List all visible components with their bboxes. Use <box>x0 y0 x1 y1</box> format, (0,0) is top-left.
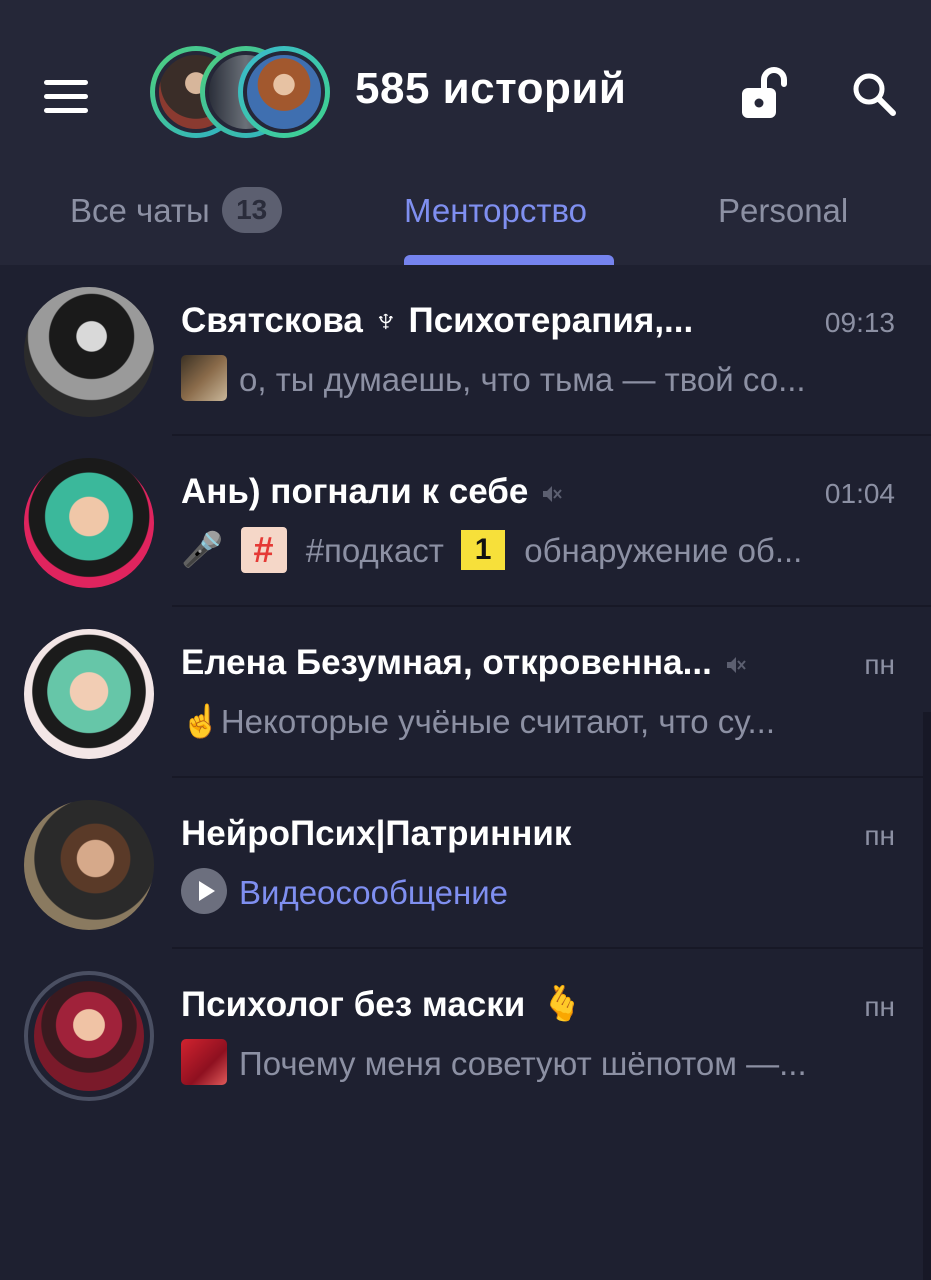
chat-title: НейроПсих|Патринник <box>181 814 572 853</box>
chat-time: пн <box>864 991 895 1022</box>
avatar <box>24 971 154 1101</box>
number-one-icon: 1 <box>461 530 506 571</box>
muted-icon <box>540 474 563 514</box>
chat-title: Елена Безумная, откровенна... <box>181 643 746 685</box>
microphone-icon: 🎤 <box>181 531 224 570</box>
chat-title-text: Психолог без маски <box>181 985 526 1024</box>
avatar <box>24 629 154 759</box>
hashtag-icon: # <box>240 527 287 574</box>
stories-title[interactable]: 585 историй <box>355 64 626 114</box>
scrollbar[interactable] <box>923 712 931 1280</box>
message-preview: Видеосообщение <box>181 868 509 915</box>
media-thumbnail <box>181 355 227 402</box>
chat-title: Ань) погнали к себе <box>181 472 563 514</box>
avatar <box>24 458 154 588</box>
stories-avatars[interactable] <box>150 46 330 138</box>
menu-icon-bar <box>44 108 88 113</box>
menu-button[interactable] <box>40 74 92 114</box>
unlock-icon[interactable] <box>740 66 792 120</box>
message-preview: о, ты думаешь, что тьма — твой со... <box>181 355 806 402</box>
chat-list: Святскова ♆ Психотерапия,... 09:13 о, ты… <box>0 265 931 1120</box>
chat-row[interactable]: Елена Безумная, откровенна... пн ☝️Некот… <box>0 607 931 778</box>
chat-title-text: Елена Безумная, откровенна... <box>181 643 712 682</box>
unread-badge: 13 <box>221 187 282 234</box>
snapping-fingers-icon: 🫰 <box>541 984 584 1023</box>
preview-text: Видеосообщение <box>239 874 509 911</box>
message-preview: 🎤 # #подкаст 1 обнаружение об... <box>181 527 803 574</box>
chat-time: 09:13 <box>824 307 895 338</box>
chat-row[interactable]: Психолог без маски 🫰 пн Почему меня сове… <box>0 949 931 1120</box>
avatar-image <box>34 981 144 1091</box>
chat-time: пн <box>864 649 895 680</box>
pointing-up-icon: ☝️ <box>181 703 221 740</box>
menu-icon-bar <box>44 94 88 99</box>
video-message-icon <box>181 868 227 915</box>
muted-icon <box>724 645 746 685</box>
chat-time: пн <box>864 820 895 851</box>
preview-text-tail: обнаружение об... <box>524 532 803 569</box>
avatar <box>24 800 154 930</box>
message-preview: ☝️Некоторые учёные считают, что су... <box>181 703 775 741</box>
menu-icon-bar <box>44 80 88 85</box>
active-tab-indicator <box>404 255 614 265</box>
chat-row[interactable]: Ань) погнали к себе 01:04 🎤 # #подкаст 1… <box>0 436 931 607</box>
chat-row[interactable]: НейроПсих|Патринник пн Видеосообщение <box>0 778 931 949</box>
preview-text: #подкаст <box>305 532 444 569</box>
preview-text: о, ты думаешь, что тьма — твой со... <box>239 361 806 398</box>
tab-all-chats[interactable]: Все чаты 13 <box>70 187 282 234</box>
folder-tabs: Все чаты 13 Менторство Personal <box>0 178 931 265</box>
tab-all-chats-label: Все чаты <box>70 192 210 229</box>
chat-row[interactable]: Святскова ♆ Психотерапия,... 09:13 о, ты… <box>0 265 931 436</box>
preview-text: Некоторые учёные считают, что су... <box>220 703 775 740</box>
tab-personal[interactable]: Personal <box>718 192 848 230</box>
media-thumbnail <box>181 1039 227 1086</box>
chat-title: Святскова ♆ Психотерапия,... <box>181 301 694 340</box>
search-icon[interactable] <box>850 70 898 118</box>
chat-title-text: Ань) погнали к себе <box>181 472 529 511</box>
top-app-bar: 585 историй Все чаты 13 Менторство Person… <box>0 0 931 265</box>
preview-text: Почему меня советуют шёпотом —... <box>239 1045 807 1082</box>
chat-time: 01:04 <box>824 478 895 509</box>
chat-title: Психолог без маски 🫰 <box>181 985 583 1025</box>
story-avatar <box>238 46 330 138</box>
message-preview: Почему меня советуют шёпотом —... <box>181 1039 807 1086</box>
avatar <box>24 287 154 417</box>
tab-mentorship[interactable]: Менторство <box>404 192 587 230</box>
